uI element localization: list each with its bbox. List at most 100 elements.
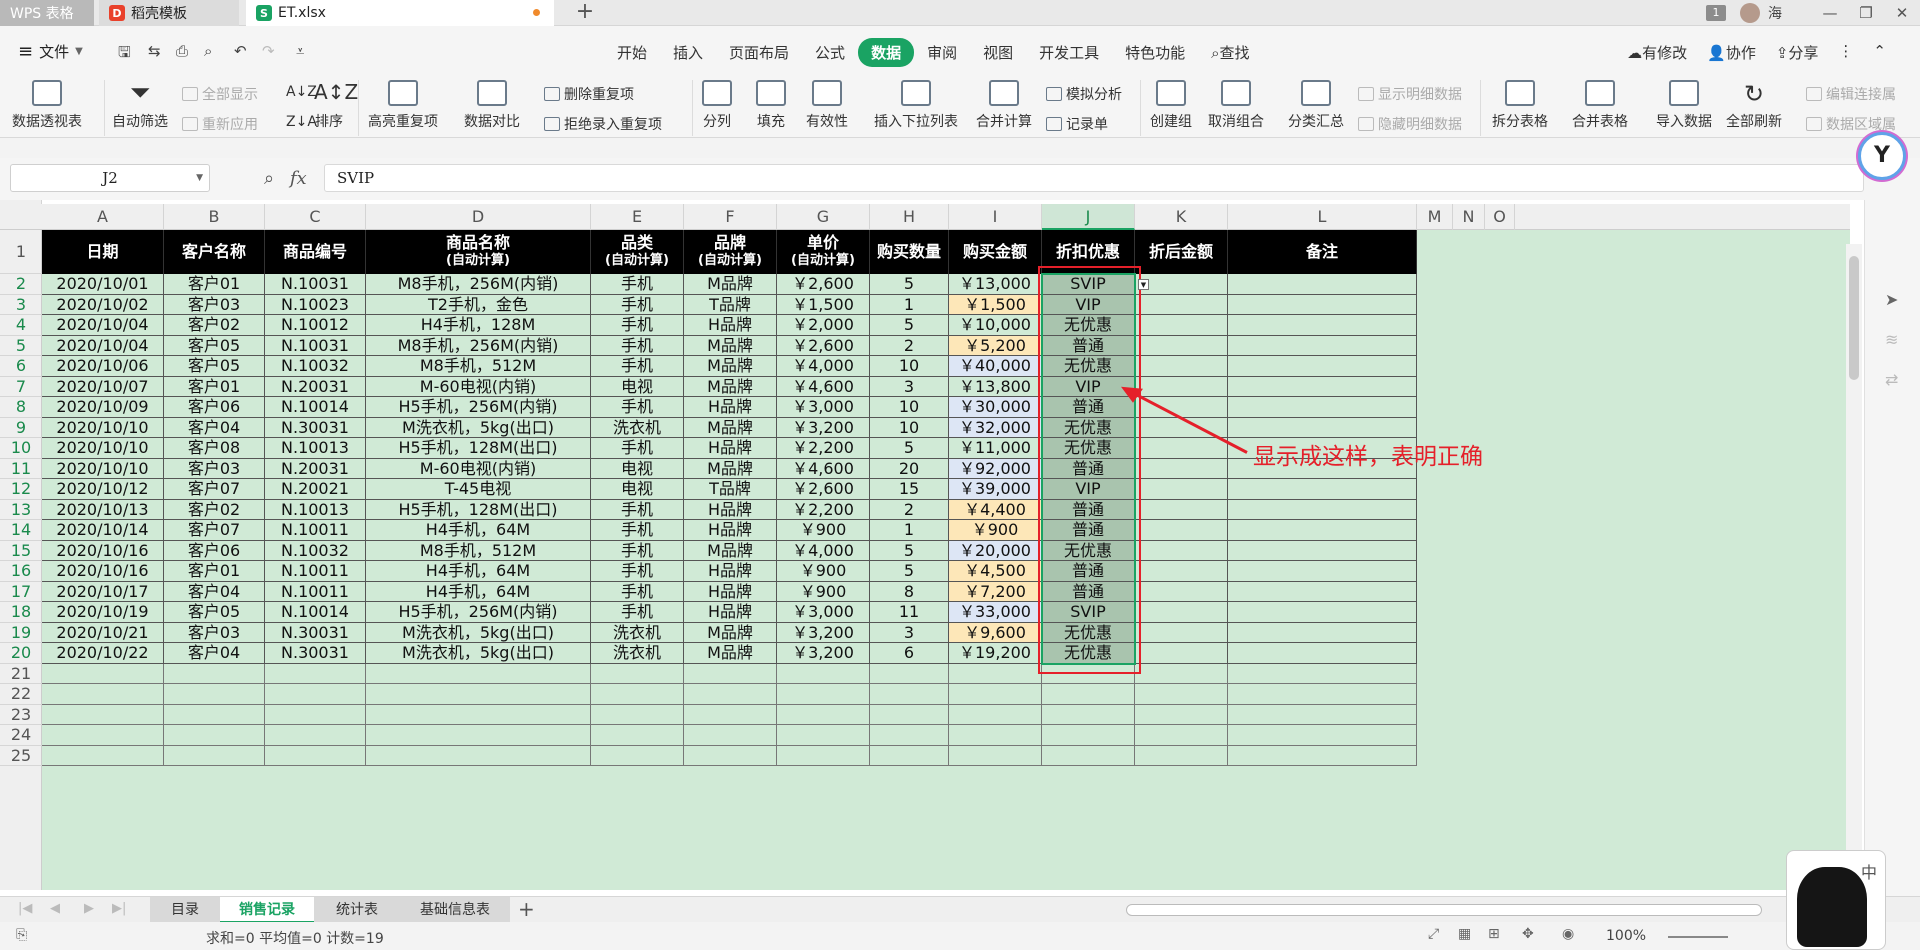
cell-col-product-code[interactable]: N.10014 [265,602,366,623]
cell-col-date[interactable]: 2020/10/02 [42,294,164,315]
empty-cell[interactable] [777,745,870,766]
subtotal-button[interactable]: 分类汇总 [1288,80,1344,131]
eye-protection-icon[interactable]: ◉ [1562,926,1574,942]
cell-col-discount[interactable]: 普通 [1042,335,1135,356]
cell-col-date[interactable]: 2020/10/16 [42,561,164,582]
horizontal-scrollbar[interactable] [1126,904,1762,916]
tab-view[interactable]: 视图 [970,38,1026,67]
row-header[interactable]: 2 [0,274,42,295]
header-cell-col-brand[interactable]: 品牌 (自动计算) [684,230,777,274]
cell-col-product-code[interactable]: N.10011 [265,581,366,602]
empty-cell[interactable] [1135,725,1228,746]
last-sheet-icon[interactable]: ▶| [112,901,126,916]
empty-cell[interactable] [1228,725,1417,746]
create-group-button[interactable]: 创建组 [1150,80,1192,131]
cell-col-category[interactable]: 电视 [591,479,684,500]
window-count-badge[interactable]: 1 [1706,5,1726,21]
cell-col-remark[interactable] [1228,294,1417,315]
cell-col-category[interactable]: 洗衣机 [591,643,684,664]
header-cell-col-discounted-amount[interactable]: 折后金额 [1135,230,1228,274]
empty-cell[interactable] [870,663,949,684]
cell-col-product-code[interactable]: N.10013 [265,499,366,520]
cell-col-brand[interactable]: H品牌 [684,520,777,541]
cell-col-discounted-amount[interactable] [1135,315,1228,336]
cell-col-discounted-amount[interactable] [1135,602,1228,623]
cell-col-brand[interactable]: M品牌 [684,458,777,479]
cell-col-discounted-amount[interactable] [1135,376,1228,397]
empty-cell[interactable] [591,704,684,725]
cell-col-category[interactable]: 手机 [591,274,684,295]
cell-col-remark[interactable] [1228,417,1417,438]
close-icon[interactable]: ✕ [1884,4,1920,22]
header-cell-col-amount[interactable]: 购买金额 [949,230,1042,274]
cell-col-customer[interactable]: 客户04 [164,643,265,664]
cell-col-customer[interactable]: 客户04 [164,581,265,602]
zoom-level[interactable]: 100% [1606,928,1646,944]
empty-cell[interactable] [42,663,164,684]
row-header[interactable]: 9 [0,418,42,438]
cell-col-product-code[interactable]: N.10023 [265,294,366,315]
empty-cell[interactable] [1135,684,1228,705]
cell-col-product-name[interactable]: M-60电视(内销) [366,458,591,479]
empty-cell[interactable] [366,725,591,746]
pivot-table-button[interactable]: 数据透视表 [12,80,82,131]
cell-col-discounted-amount[interactable] [1135,356,1228,377]
data-compare-button[interactable]: 数据对比 [464,80,520,131]
cell-col-brand[interactable]: H品牌 [684,499,777,520]
empty-cell[interactable] [1042,704,1135,725]
cell-col-remark[interactable] [1228,540,1417,561]
cell-col-date[interactable]: 2020/10/10 [42,417,164,438]
cell-col-remark[interactable] [1228,602,1417,623]
column-header-d[interactable]: D [366,204,591,230]
cell-col-product-code[interactable]: N.10031 [265,274,366,295]
cell-col-category[interactable]: 手机 [591,499,684,520]
empty-cell[interactable] [265,745,366,766]
cell-col-category[interactable]: 手机 [591,335,684,356]
cell-col-quantity[interactable]: 5 [870,438,949,459]
row-header[interactable]: 1 [0,230,42,274]
cell-col-product-code[interactable]: N.20031 [265,458,366,479]
fullscreen-icon[interactable]: ⤢ [1428,926,1439,942]
cell-col-discounted-amount[interactable] [1135,294,1228,315]
cell-col-product-code[interactable]: N.20021 [265,479,366,500]
cell-col-discount[interactable]: 普通 [1042,499,1135,520]
merge-table-button[interactable]: 合并表格 [1572,80,1628,131]
cell-col-customer[interactable]: 客户04 [164,417,265,438]
cell-col-amount[interactable]: ￥11,000 [949,438,1042,459]
collaborate-button[interactable]: 👤协作 [1707,42,1756,63]
cell-col-quantity[interactable]: 3 [870,622,949,643]
cell-col-brand[interactable]: T品牌 [684,294,777,315]
redo-icon[interactable]: ↷ [262,42,275,60]
empty-cell[interactable] [949,725,1042,746]
cell-col-unit-price[interactable]: ￥2,600 [777,274,870,295]
cell-col-amount[interactable]: ￥32,000 [949,417,1042,438]
cell-col-amount[interactable]: ￥39,000 [949,479,1042,500]
tab-insert[interactable]: 插入 [660,38,716,67]
cell-col-amount[interactable]: ￥20,000 [949,540,1042,561]
cell-col-product-name[interactable]: M洗衣机，5kg(出口) [366,622,591,643]
cell-col-product-name[interactable]: M8手机，512M [366,540,591,561]
tab-review[interactable]: 审阅 [914,38,970,67]
merge-calc-button[interactable]: 合并计算 [976,80,1032,131]
cell-col-remark[interactable] [1228,315,1417,336]
empty-cell[interactable] [777,663,870,684]
empty-cell[interactable] [1228,663,1417,684]
cell-col-product-name[interactable]: H4手机，64M [366,581,591,602]
empty-cell[interactable] [164,663,265,684]
cell-col-customer[interactable]: 客户01 [164,561,265,582]
cell-col-date[interactable]: 2020/10/01 [42,274,164,295]
undo-icon[interactable]: ↶ [234,42,247,60]
cell-col-date[interactable]: 2020/10/21 [42,622,164,643]
cell-col-remark[interactable] [1228,622,1417,643]
print-icon[interactable]: ⎙ [176,42,188,60]
cell-grid[interactable]: 日期 客户名称 商品编号 商品名称 (自动计算) 品类 (自动计算) 品牌 (自动计算) 单价 (自… [42,230,1850,890]
customize-icon[interactable]: ⩡ [296,42,304,60]
cell-col-brand[interactable]: H品牌 [684,315,777,336]
empty-cell[interactable] [42,725,164,746]
column-header-g[interactable]: G [777,204,870,230]
column-header-m[interactable]: M [1417,204,1453,230]
row-header[interactable]: 11 [0,459,42,479]
user-name[interactable]: 海 [1768,3,1782,23]
header-cell-col-remark[interactable]: 备注 [1228,230,1417,274]
cell-col-discounted-amount[interactable] [1135,520,1228,541]
